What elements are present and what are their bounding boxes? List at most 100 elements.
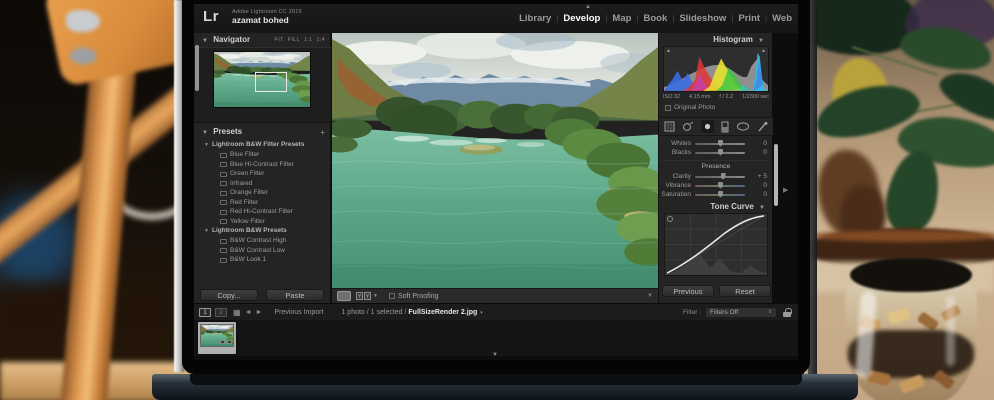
preset-item[interactable]: B&W Contrast Low: [194, 247, 331, 257]
zoom-1-1[interactable]: 1:1: [304, 37, 313, 43]
collapse-right-panel-icon[interactable]: ▶: [783, 186, 788, 194]
second-window-button[interactable]: 2: [215, 307, 227, 317]
toolbar-options-icon[interactable]: ▼: [647, 293, 653, 299]
exif-aperture: f / 2.2: [719, 94, 734, 100]
grid-view-icon[interactable]: ▦: [233, 308, 241, 317]
main-window-button[interactable]: 1: [199, 307, 211, 317]
right-panel-scrollbar[interactable]: [774, 144, 778, 206]
spot-removal-tool-icon[interactable]: [682, 121, 694, 133]
divider: [663, 160, 769, 161]
slider-thumb[interactable]: [718, 148, 723, 156]
module-map[interactable]: Map: [612, 13, 631, 24]
slider-label: Whites: [671, 140, 691, 147]
radial-filter-tool-icon[interactable]: [736, 121, 750, 132]
tone-curve-header[interactable]: Tone Curve ▼: [659, 200, 773, 213]
exif-shutter: 1/2300 sec: [742, 94, 769, 100]
preset-item[interactable]: Yellow Filter: [194, 218, 331, 228]
preset-item[interactable]: Blue Hi-Contrast Filter: [194, 161, 331, 171]
preset-item[interactable]: B&W Contrast High: [194, 237, 331, 247]
highlight-clipping-icon[interactable]: ▲: [761, 48, 766, 54]
laptop-hinge: [190, 374, 802, 385]
histogram-graph[interactable]: ▲ ▲: [663, 46, 769, 92]
targeted-adjustment-icon[interactable]: [667, 216, 673, 222]
module-book[interactable]: Book: [644, 13, 668, 24]
graduated-filter-tool-icon[interactable]: [721, 121, 729, 133]
collapse-top-panel-icon[interactable]: ▲: [585, 4, 591, 10]
zoom-fit[interactable]: FIT: [275, 37, 284, 43]
reset-button[interactable]: Reset: [719, 285, 771, 297]
slider-blacks: Blacks 0: [659, 148, 773, 157]
previous-button[interactable]: Previous: [662, 285, 714, 297]
original-photo-label: Original Photo: [674, 104, 716, 111]
tool-strip: [659, 117, 773, 136]
before-after-view-icon[interactable]: Y Y ▼: [356, 292, 378, 300]
left-panel-scrollbar[interactable]: [195, 45, 199, 91]
paste-button[interactable]: Paste: [266, 289, 324, 301]
filter-lock-icon[interactable]: [783, 307, 792, 317]
navigator-thumbnail[interactable]: [213, 51, 311, 108]
slider-thumb[interactable]: [718, 139, 723, 147]
blacks-slider-track[interactable]: [695, 148, 745, 156]
preset-item[interactable]: Red Hi-Contrast Filter: [194, 208, 331, 218]
slider-thumb[interactable]: [720, 172, 726, 180]
create-preset-plus-icon[interactable]: +: [320, 128, 325, 137]
shadow-clipping-icon[interactable]: ▲: [666, 48, 671, 54]
filter-dropdown[interactable]: Filters Off ⇕: [705, 306, 777, 318]
selection-info[interactable]: 1 photo / 1 selected / FullSizeRender 2.…: [341, 309, 482, 316]
navigator-preview[interactable]: [194, 47, 331, 123]
preset-item[interactable]: Green Filter: [194, 170, 331, 180]
preset-item[interactable]: B&W Look 1: [194, 256, 331, 266]
module-print[interactable]: Print: [738, 13, 760, 24]
presets-header[interactable]: ▼ Presets +: [194, 125, 331, 139]
preset-item[interactable]: Orange Filter: [194, 189, 331, 199]
filter-label: Filter :: [682, 308, 701, 316]
module-web[interactable]: Web: [772, 13, 792, 24]
histogram-header[interactable]: Histogram ▼: [659, 33, 772, 46]
collapse-filmstrip-icon[interactable]: ▼: [492, 352, 498, 358]
module-slideshow[interactable]: Slideshow: [679, 13, 726, 24]
soft-proofing-control[interactable]: Soft Proofing: [388, 293, 438, 300]
thumbnail-badge-icon[interactable]: [227, 340, 232, 344]
zoom-1-4[interactable]: 1:4: [316, 37, 325, 43]
presets-tree: ▼ Lightroom B&W Filter Presets Blue Filte…: [194, 141, 331, 266]
saturation-slider-track[interactable]: [695, 190, 745, 198]
main-photo-river-landscape[interactable]: [332, 33, 658, 288]
slider-thumb[interactable]: [718, 181, 723, 189]
filmstrip-thumbnail-selected[interactable]: [198, 322, 236, 354]
copy-button[interactable]: Copy...: [200, 289, 258, 301]
preset-item[interactable]: Blue Filter: [194, 151, 331, 161]
navigator-header[interactable]: ▼ Navigator FIT FILL 1:1 1:4: [194, 33, 330, 47]
go-back-icon[interactable]: ◄: [245, 309, 252, 316]
whites-slider-track[interactable]: [695, 139, 745, 147]
exif-focal-length: 4.15 mm: [689, 94, 711, 100]
preset-group[interactable]: ▼ Lightroom B&W Filter Presets: [194, 141, 331, 151]
slider-saturation: Saturation 0: [659, 190, 773, 199]
adjustment-brush-tool-icon[interactable]: [757, 121, 769, 133]
crop-tool-icon[interactable]: [664, 121, 675, 132]
slider-label: Saturation: [661, 191, 691, 198]
thumbnail-badge-icon[interactable]: [220, 340, 225, 344]
separator: |: [636, 14, 639, 23]
go-forward-icon[interactable]: ►: [256, 309, 263, 316]
preset-group[interactable]: ▼ Lightroom B&W Presets: [194, 227, 331, 237]
loupe-view-icon[interactable]: [337, 291, 351, 301]
jar-highlight: [946, 296, 955, 366]
slider-thumb[interactable]: [718, 190, 723, 198]
clarity-slider-track[interactable]: [695, 172, 745, 180]
tone-curve-graph[interactable]: [664, 213, 768, 276]
preset-item[interactable]: Infrared: [194, 180, 331, 190]
slider-value: 0: [763, 149, 767, 156]
original-photo-checkbox[interactable]: [665, 104, 671, 111]
filmstrip-source-label[interactable]: Previous Import: [274, 309, 323, 316]
zoom-fill[interactable]: FILL: [288, 37, 300, 43]
disclosure-triangle-icon: ▼: [204, 228, 209, 234]
module-library[interactable]: Library: [519, 13, 551, 24]
red-eye-tool-icon[interactable]: [700, 120, 714, 133]
vibrance-slider-track[interactable]: [695, 181, 745, 189]
navigator-zoom-rectangle[interactable]: [255, 71, 288, 92]
original-photo-row[interactable]: Original Photo: [665, 104, 715, 111]
soft-proofing-checkbox[interactable]: [388, 293, 395, 299]
preset-item[interactable]: Red Filter: [194, 199, 331, 209]
left-panel-buttons: Copy... Paste: [194, 289, 331, 303]
module-develop[interactable]: Develop: [563, 13, 600, 24]
